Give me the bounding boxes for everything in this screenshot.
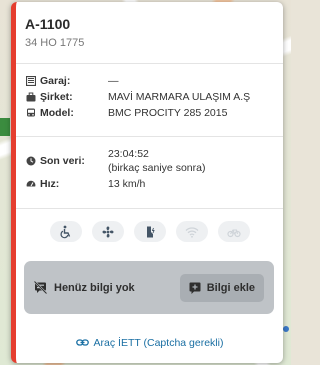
- last-data-time: 23:04:52: [108, 148, 149, 160]
- map-marker-dot[interactable]: [283, 326, 289, 332]
- last-data-relative: (birkaç saniye sonra): [108, 162, 206, 174]
- wheelchair-icon: [49, 221, 82, 242]
- company-value: MAVİ MARMARA ULAŞIM A.Ş: [108, 91, 251, 103]
- wifi-icon: [175, 221, 208, 242]
- fan-icon: [91, 221, 124, 242]
- add-comment-icon: [189, 282, 201, 294]
- speed-row: Hız: 13 km/h: [25, 178, 283, 190]
- no-info-label: Henüz bilgi yok: [54, 281, 135, 294]
- last-data-row: Son veri: 23:04:52 (birkaç saniye sonra): [25, 148, 283, 174]
- comment-off-icon: [34, 281, 47, 294]
- garage-value: —: [108, 75, 119, 87]
- speedometer-icon: [25, 179, 36, 190]
- garage-icon: [25, 76, 36, 87]
- bus-icon: [25, 108, 36, 119]
- last-data-label: Son veri:: [40, 155, 85, 167]
- company-label: Şirket:: [40, 91, 73, 103]
- add-info-label: Bilgi ekle: [206, 281, 255, 294]
- speed-label: Hız:: [40, 178, 60, 190]
- model-row: Model: BMC PROCITY 285 2015: [25, 107, 283, 119]
- bicycle-icon: [217, 221, 250, 242]
- garage-row: Garaj: —: [25, 75, 283, 87]
- model-value: BMC PROCITY 285 2015: [108, 107, 228, 119]
- vehicle-plate: 34 HO 1775: [25, 37, 85, 49]
- vehicle-status: Son veri: 23:04:52 (birkaç saniye sonra)…: [16, 137, 283, 209]
- vehicle-popup: A-1100 34 HO 1775 Garaj: — Şirket: MAVİ …: [11, 2, 283, 363]
- map-marker-tag[interactable]: [0, 118, 10, 136]
- vehicle-details: Garaj: — Şirket: MAVİ MARMARA ULAŞIM A.Ş…: [16, 64, 283, 137]
- model-label: Model:: [40, 107, 74, 119]
- company-row: Şirket: MAVİ MARMARA ULAŞIM A.Ş: [25, 91, 283, 103]
- add-info-button[interactable]: Bilgi ekle: [179, 273, 264, 302]
- clock-icon: [25, 156, 36, 167]
- vehicle-header: A-1100 34 HO 1775: [16, 2, 283, 64]
- iett-link-label: Araç İETT (Captcha gerekli): [93, 336, 224, 349]
- speed-value: 13 km/h: [108, 178, 146, 190]
- feature-icons: [16, 209, 283, 261]
- iett-vehicle-link[interactable]: Araç İETT (Captcha gerekli): [16, 336, 283, 349]
- briefcase-icon: [25, 92, 36, 103]
- no-info-message: Henüz bilgi yok: [34, 281, 135, 294]
- link-icon: [75, 339, 89, 346]
- vehicle-title: A-1100: [25, 16, 71, 32]
- garage-label: Garaj:: [40, 75, 71, 87]
- info-box: Henüz bilgi yok Bilgi ekle: [24, 261, 274, 314]
- usb-charging-icon: [133, 221, 166, 242]
